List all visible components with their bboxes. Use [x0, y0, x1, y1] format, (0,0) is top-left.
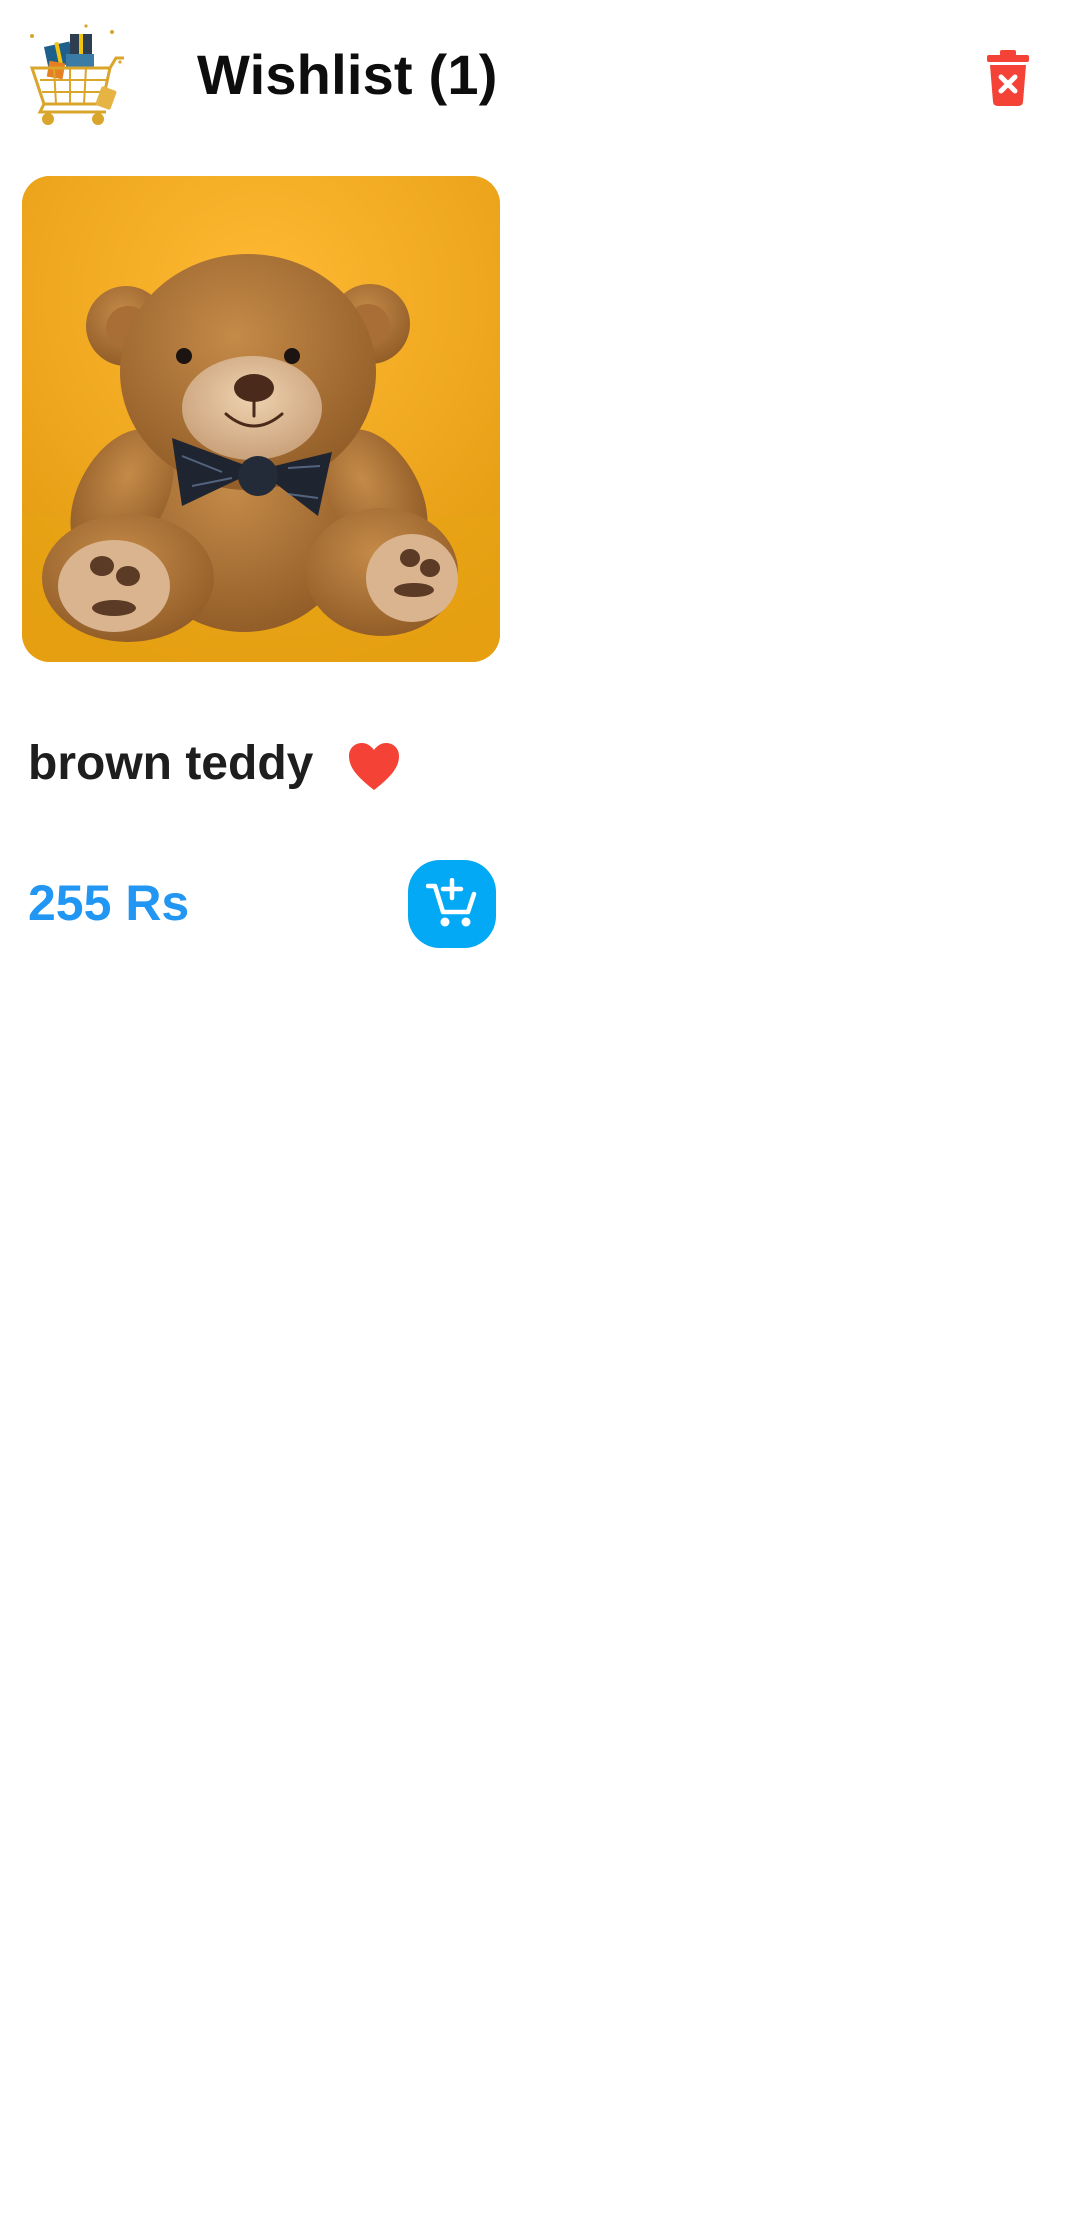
favorite-toggle[interactable]: [348, 742, 400, 792]
clear-wishlist-button[interactable]: [985, 50, 1031, 106]
page-title: Wishlist (1): [197, 43, 498, 106]
product-image[interactable]: [22, 176, 500, 662]
add-to-cart-button[interactable]: [408, 860, 496, 948]
shopping-cart-logo-icon: [26, 22, 126, 128]
heart-icon: [349, 743, 399, 790]
product-price: 255 Rs: [28, 875, 190, 931]
add-to-cart-icon: [426, 878, 477, 927]
trash-x-icon: [987, 50, 1029, 106]
app-header: Wishlist (1): [0, 0, 1080, 160]
product-name: brown teddy: [28, 737, 314, 790]
